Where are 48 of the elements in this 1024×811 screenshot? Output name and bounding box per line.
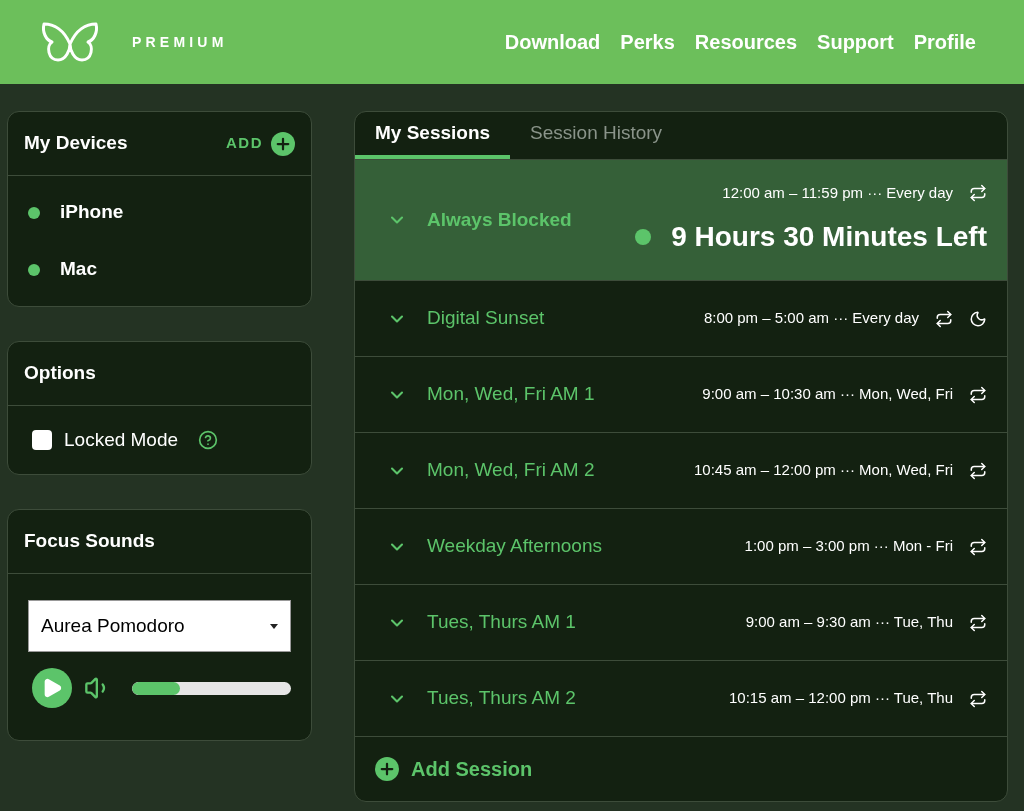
session-row[interactable]: Weekday Afternoons 1:00 pm – 3:00 pm ··· Mon - Fri [355, 509, 1007, 585]
session-name: Tues, Thurs AM 2 [427, 686, 576, 711]
session-schedule: 1:00 pm – 3:00 pm ··· Mon - Fri [744, 536, 953, 557]
session-schedule: 10:45 am – 12:00 pm ··· Mon, Wed, Fri [694, 460, 953, 481]
session-row[interactable]: Digital Sunset 8:00 pm – 5:00 am ··· Every day [355, 281, 1007, 357]
card-title: My Devices [24, 131, 128, 156]
device-name[interactable]: Mac [60, 255, 97, 284]
repeat-icon [969, 184, 987, 202]
butterfly-logo-icon [40, 20, 100, 64]
session-schedule: 9:00 am – 10:30 am ··· Mon, Wed, Fri [702, 384, 953, 405]
session-schedule: 9:00 am – 9:30 am ··· Tue, Thu [745, 612, 953, 633]
repeat-icon [969, 537, 987, 556]
repeat-icon [969, 613, 987, 632]
session-row[interactable]: Mon, Wed, Fri AM 1 9:00 am – 10:30 am ··· Mon, Wed, Fri [355, 357, 1007, 433]
brand-label: PREMIUM [132, 32, 228, 52]
repeat-icon [969, 689, 987, 708]
session-name: Always Blocked [427, 207, 572, 232]
track-dropdown[interactable]: Aurea Pomodoro [28, 600, 291, 652]
session-row[interactable]: Mon, Wed, Fri AM 2 10:45 am – 12:00 pm ··· Mon, Wed, Fri [355, 433, 1007, 509]
card-title: Focus Sounds [24, 529, 155, 554]
tab[interactable]: Session History [510, 112, 683, 159]
session-schedule: 10:15 am – 12:00 pm ··· Tue, Thu [729, 688, 953, 709]
session-row[interactable]: Tues, Thurs AM 2 10:15 am – 12:00 pm ··· Tue, Thu [355, 661, 1007, 737]
session-row[interactable]: Always Blocked 12:00 am – 11:59 pm ··· Every day 9 Hours 30 Minutes Left [355, 160, 1007, 281]
session-name: Mon, Wed, Fri AM 2 [427, 458, 595, 483]
add-device-button[interactable]: ADD [226, 131, 295, 156]
play-button[interactable] [32, 668, 72, 708]
option-label: Locked Mode [64, 427, 179, 452]
session-row[interactable]: Tues, Thurs AM 1 9:00 am – 9:30 am ··· Tue, Thu [355, 585, 1007, 661]
device-name[interactable]: iPhone [60, 198, 124, 227]
plus-icon [375, 757, 399, 781]
plus-icon [271, 131, 295, 156]
volume-slider[interactable] [132, 681, 291, 695]
session-schedule: 8:00 pm – 5:00 am ··· Every day [703, 308, 919, 329]
repeat-icon [969, 385, 987, 404]
card-title: Options [24, 361, 96, 386]
session-name: Tues, Thurs AM 1 [427, 610, 576, 635]
session-schedule: 12:00 am – 11:59 pm ··· Every day [722, 182, 953, 203]
help-icon[interactable] [198, 430, 219, 450]
add-session-button[interactable]: Add Session [355, 737, 533, 801]
caret-icon [270, 623, 278, 629]
checkbox[interactable] [32, 430, 52, 450]
repeat-icon [935, 309, 953, 328]
session-name: Mon, Wed, Fri AM 1 [427, 382, 595, 407]
session-name: Weekday Afternoons [427, 534, 602, 559]
repeat-icon [969, 461, 987, 480]
time-remaining: 9 Hours 30 Minutes Left [671, 220, 987, 255]
session-name: Digital Sunset [427, 306, 545, 331]
